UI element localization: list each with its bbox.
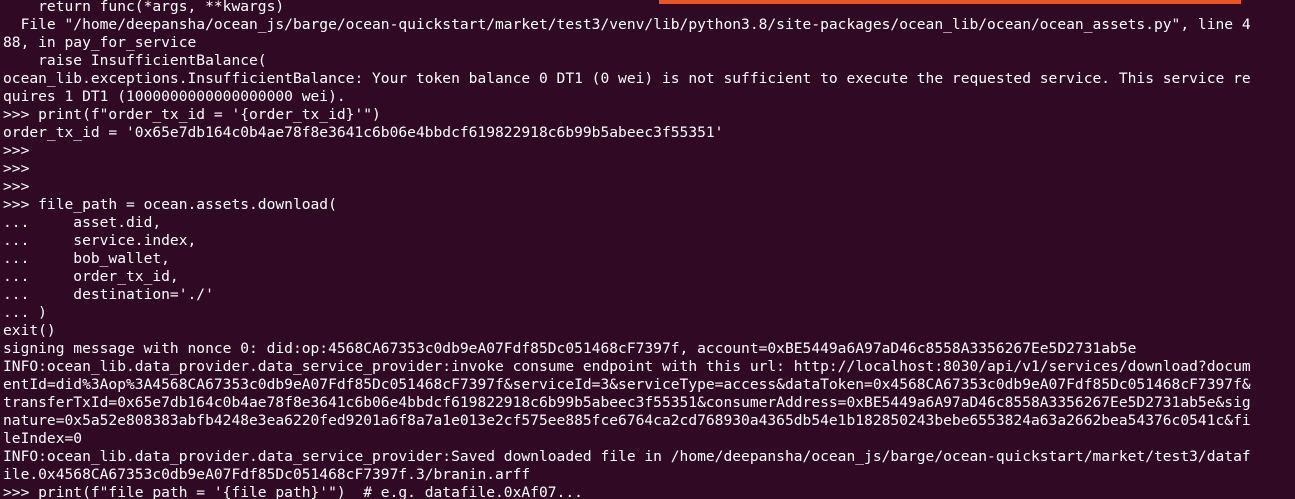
terminal-line: >>> print(f"order_tx_id = '{order_tx_id}… xyxy=(3,106,381,123)
terminal-line: >>> file_path = ocean.assets.download( xyxy=(3,196,337,213)
terminal-line: leIndex=0 xyxy=(3,430,83,447)
terminal-line: quires 1 DT1 (1000000000000000000 wei). xyxy=(3,88,346,105)
terminal-window[interactable]: return func(*args, **kwargs) File "/home… xyxy=(0,0,1295,499)
terminal-line: 88, in pay_for_service xyxy=(3,34,197,51)
terminal-line: >>> xyxy=(3,160,30,177)
terminal-line: >>> xyxy=(3,142,30,159)
terminal-line: exit() xyxy=(3,322,56,339)
terminal-line: signing message with nonce 0: did:op:456… xyxy=(3,340,1137,357)
terminal-line: order_tx_id = '0x65e7db164c0b4ae78f8e364… xyxy=(3,124,724,141)
terminal-line: return func(*args, **kwargs) xyxy=(3,0,285,15)
terminal-line: ... ) xyxy=(3,304,47,321)
terminal-line: >>> print(f"file_path = '{file_path}'") … xyxy=(3,484,583,499)
terminal-line: ... destination='./' xyxy=(3,286,214,303)
terminal-output: return func(*args, **kwargs) File "/home… xyxy=(3,0,1295,499)
terminal-line: INFO:ocean_lib.data_provider.data_servic… xyxy=(3,448,1251,465)
terminal-line: ... service.index, xyxy=(3,232,197,249)
terminal-line: nature=0x5a52e808383abfb4248e3ea6220fed9… xyxy=(3,412,1251,429)
terminal-line: INFO:ocean_lib.data_provider.data_servic… xyxy=(3,358,1251,375)
terminal-line: ... bob_wallet, xyxy=(3,250,170,267)
terminal-line: transferTxId=0x65e7db164c0b4ae78f8e3641c… xyxy=(3,394,1251,411)
terminal-line: entId=did%3Aop%3A4568CA67353c0db9eA07Fdf… xyxy=(3,376,1251,393)
terminal-line: >>> xyxy=(3,178,30,195)
terminal-line: File "/home/deepansha/ocean_js/barge/oce… xyxy=(3,16,1251,33)
terminal-line: raise InsufficientBalance( xyxy=(3,52,267,69)
terminal-line: ile.0x4568CA67353c0db9eA07Fdf85Dc051468c… xyxy=(3,466,531,483)
terminal-line: ocean_lib.exceptions.InsufficientBalance… xyxy=(3,70,1251,87)
terminal-line: ... asset.did, xyxy=(3,214,162,231)
terminal-line: ... order_tx_id, xyxy=(3,268,179,285)
